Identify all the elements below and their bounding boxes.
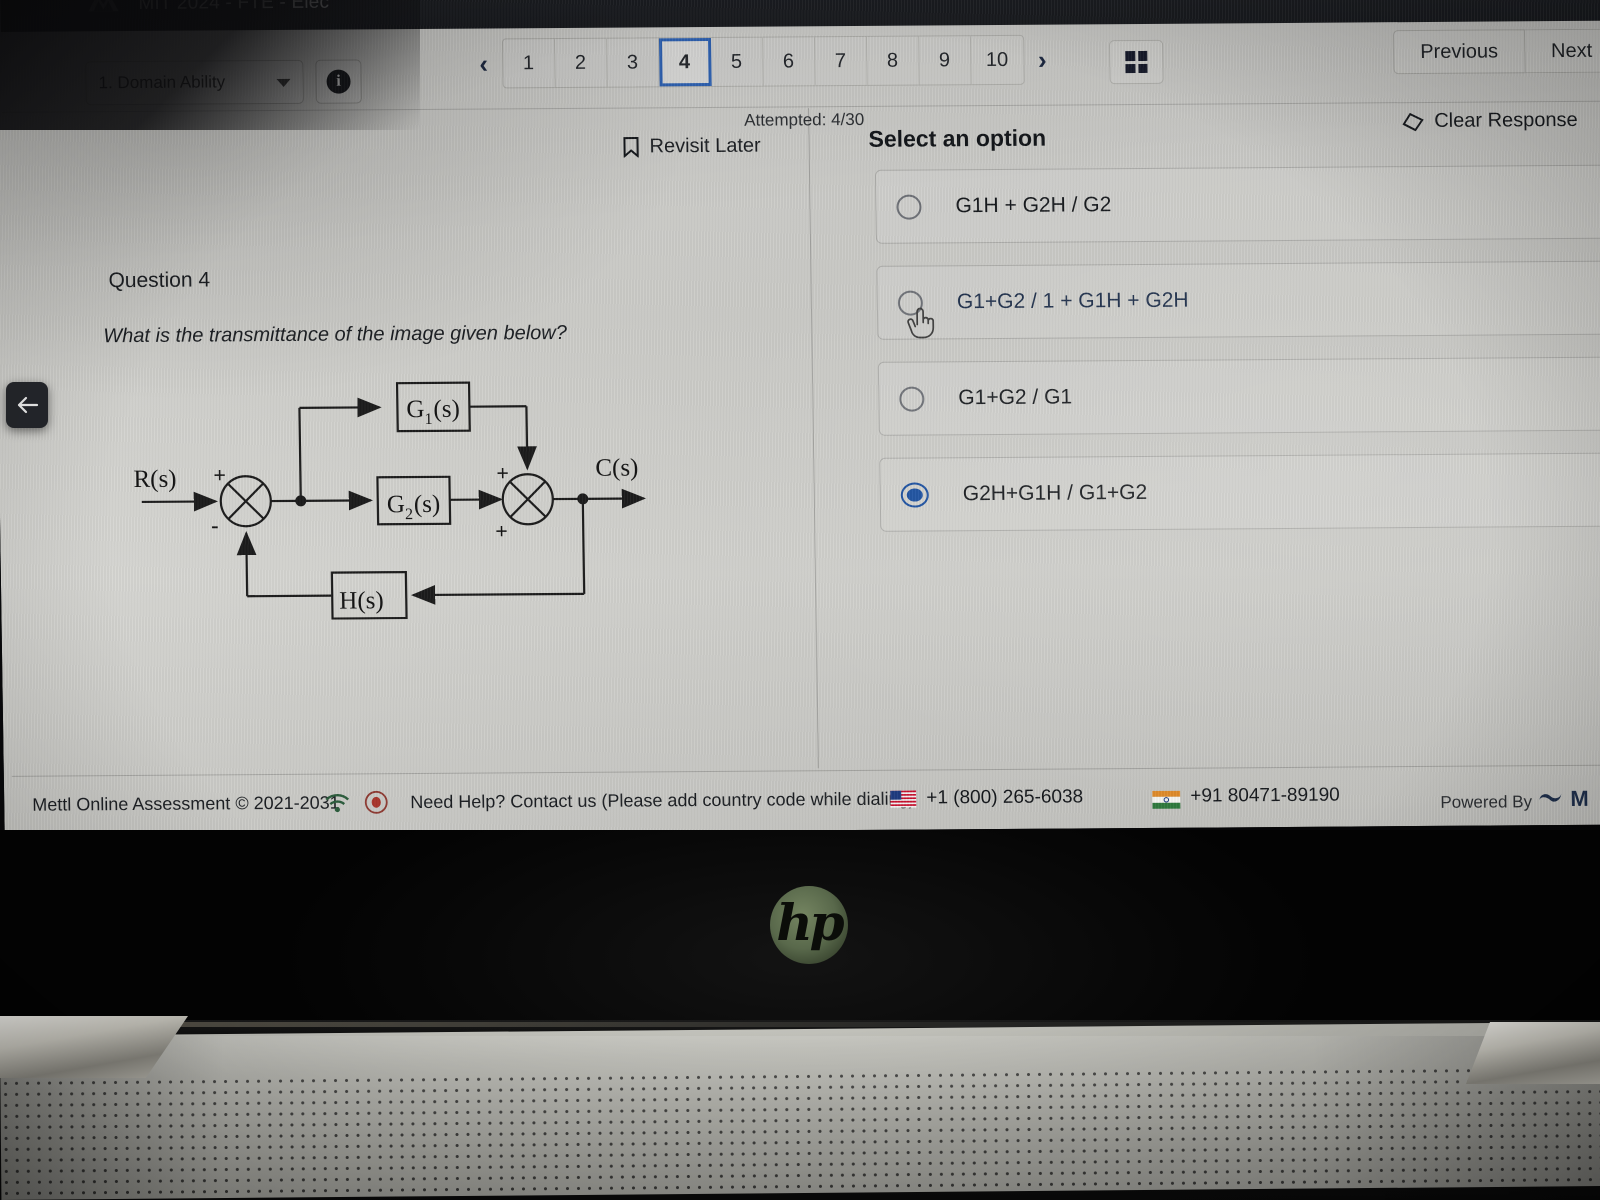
option-label: G1+G2 / G1 [958, 385, 1073, 410]
page-button[interactable]: 5 [710, 37, 764, 86]
option-label: G2H+G1H / G1+G2 [962, 480, 1148, 506]
pagination-page-list: 1 2 3 4 5 6 7 8 9 10 [501, 34, 1025, 89]
section-selector-group: 1. Domain Ability i [85, 59, 362, 106]
svg-text:-: - [211, 512, 219, 537]
browser-tab-title: MIT 2024 - FTE - Elec [138, 0, 330, 14]
option-row-selected[interactable]: G2H+G1H / G1+G2 [879, 452, 1600, 532]
info-icon: i [326, 69, 351, 94]
page-button[interactable]: 1 [502, 39, 556, 88]
grid-view-button[interactable] [1109, 39, 1164, 85]
option-label: G1H + G2H / G2 [955, 193, 1112, 218]
india-flag-icon [1152, 790, 1181, 809]
radio-button-selected[interactable] [900, 481, 929, 508]
bookmark-icon [623, 136, 639, 158]
svg-text:G: G [406, 396, 424, 423]
copyright-text: Mettl Online Assessment © 2021-2031 [32, 792, 340, 815]
hp-logo-text: hp [776, 893, 844, 952]
svg-text:2: 2 [405, 506, 413, 523]
page-button[interactable]: 9 [918, 36, 972, 85]
revisit-later-label: Revisit Later [649, 134, 761, 158]
svg-text:G: G [387, 491, 405, 518]
back-button[interactable] [6, 382, 48, 428]
page-button-active[interactable]: 4 [658, 37, 712, 87]
section-select[interactable]: 1. Domain Ability [85, 59, 304, 106]
chevron-down-icon [276, 78, 291, 88]
svg-text:1: 1 [424, 411, 432, 428]
hp-logo: hp [770, 886, 848, 964]
info-button[interactable]: i [315, 59, 362, 104]
wifi-icon[interactable] [324, 792, 350, 813]
powered-by-name: M [1570, 785, 1589, 811]
svg-text:+: + [213, 462, 226, 487]
page-button[interactable]: 10 [971, 36, 1024, 84]
panel-divider [808, 108, 819, 769]
svg-text:(s): (s) [433, 396, 460, 423]
svg-text:H(s): H(s) [339, 587, 384, 614]
previous-button[interactable]: Previous [1392, 29, 1526, 75]
svg-text:+: + [495, 518, 508, 543]
svg-text:R(s): R(s) [133, 466, 176, 493]
options-list: G1H + G2H / G2 G1+G2 / 1 + G1H + G2H G1+… [874, 164, 1600, 554]
eraser-icon [1402, 112, 1424, 131]
options-heading: Select an option [868, 124, 1047, 152]
record-dot-icon[interactable] [364, 790, 388, 814]
mit-logo-subtext [87, 11, 89, 17]
page-button[interactable]: 7 [814, 36, 868, 86]
mercer-mettl-logo [1539, 793, 1562, 802]
option-row[interactable]: G1H + G2H / G2 [874, 164, 1600, 244]
question-body: Revisit Later Question 4 What is the tra… [2, 103, 1600, 776]
phone-us: +1 (800) 265-6038 [926, 786, 1084, 809]
svg-text:C(s): C(s) [595, 454, 638, 481]
question-text: What is the transmittance of the image g… [103, 321, 568, 348]
grid-view-icon [1125, 50, 1148, 74]
block-diagram: R(s) C(s) G 1 (s) G 2 (s) H(s) + - + + [114, 367, 658, 621]
hand-pointer-cursor [907, 307, 935, 339]
powered-by-label: Powered By [1440, 792, 1533, 812]
svg-text:(s): (s) [414, 491, 441, 518]
clear-response-label: Clear Response [1434, 108, 1578, 132]
prev-next-group: Previous Next [1392, 28, 1600, 75]
option-row[interactable]: G1+G2 / 1 + G1H + G2H [876, 260, 1600, 340]
radio-button[interactable] [899, 385, 925, 412]
page-button[interactable]: 2 [554, 38, 608, 88]
assessment-app: MIT 2024 - FTE - Elec 1. Domain Ability … [0, 0, 1600, 834]
help-text: Need Help? Contact us (Please add countr… [410, 788, 915, 813]
mit-logo [86, 0, 120, 17]
app-footer: Mettl Online Assessment © 2021-2031 Need… [12, 766, 1600, 835]
us-flag-icon [890, 790, 917, 808]
clear-response-button[interactable]: Clear Response [1402, 109, 1578, 133]
speaker-grille [0, 1063, 1600, 1200]
question-pagination: ‹ 1 2 3 4 5 6 7 8 9 10 › [469, 34, 1057, 89]
app-header: 1. Domain Ability i ‹ 1 2 3 4 5 6 7 8 9 … [1, 21, 1600, 130]
svg-text:+: + [496, 460, 509, 485]
section-select-value: 1. Domain Ability [98, 72, 226, 93]
back-arrow-icon [17, 396, 39, 414]
laptop-photo-scene: MIT 2024 - FTE - Elec 1. Domain Ability … [0, 0, 1600, 1200]
option-label: G1+G2 / 1 + G1H + G2H [956, 288, 1189, 314]
page-button[interactable]: 6 [762, 37, 816, 86]
page-button[interactable]: 8 [866, 36, 920, 85]
laptop-screen: MIT 2024 - FTE - Elec 1. Domain Ability … [0, 0, 1600, 836]
pagination-prev-icon[interactable]: ‹ [469, 49, 498, 79]
question-number: Question 4 [108, 268, 211, 293]
radio-button[interactable] [896, 194, 922, 220]
option-row[interactable]: G1+G2 / G1 [877, 356, 1600, 436]
page-button[interactable]: 3 [606, 38, 660, 87]
revisit-later-button[interactable]: Revisit Later [622, 134, 761, 159]
next-button[interactable]: Next [1524, 28, 1600, 74]
pagination-next-icon[interactable]: › [1028, 45, 1057, 75]
phone-in: +91 80471-89190 [1190, 784, 1340, 807]
